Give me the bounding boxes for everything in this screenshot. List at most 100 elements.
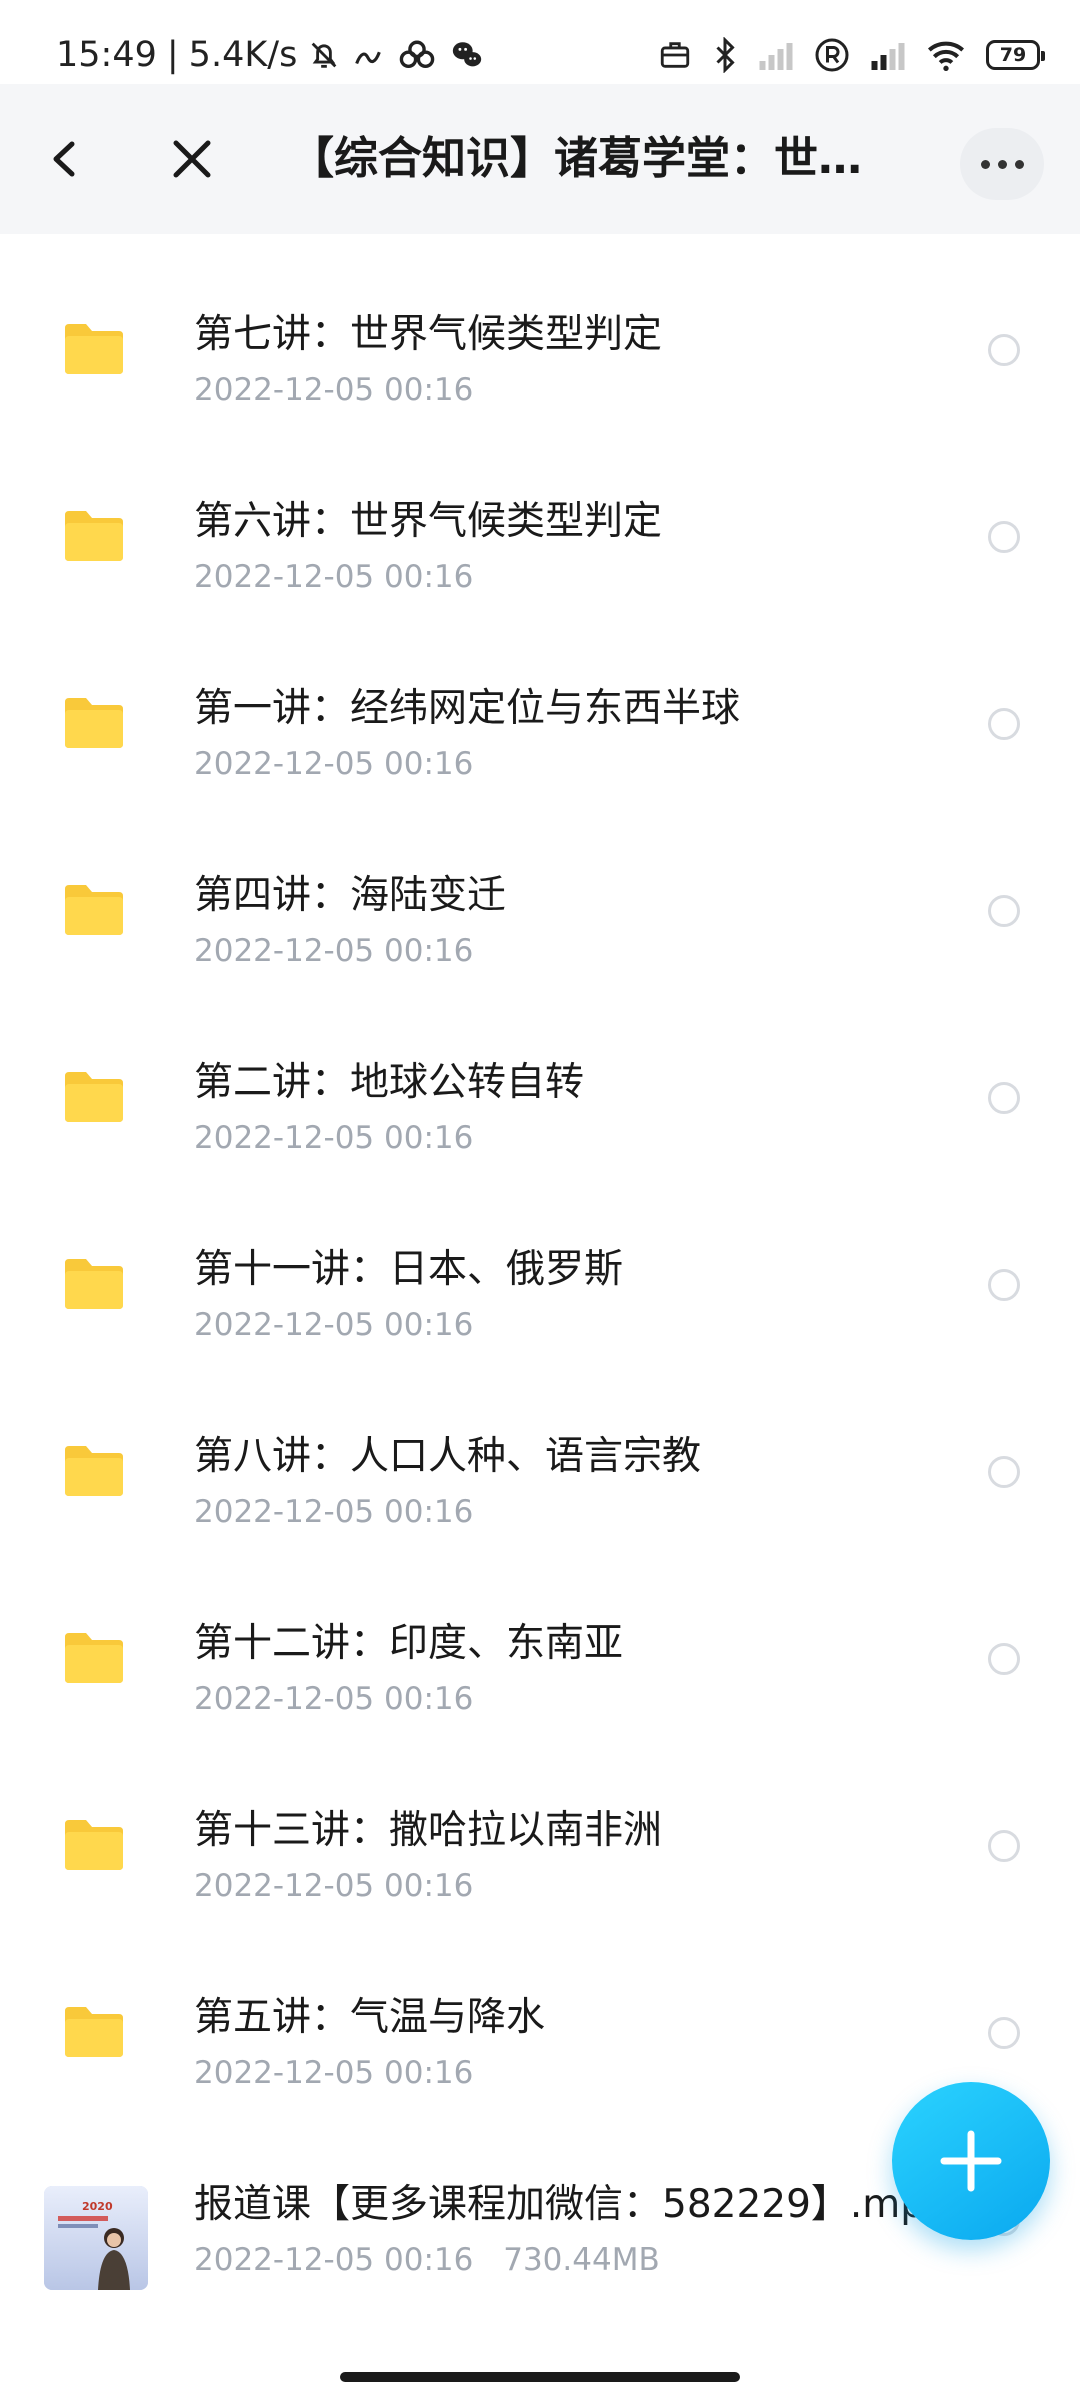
page-title: 【综合知识】诸葛学堂：世界...: [290, 133, 890, 184]
chevron-left-icon: [53, 141, 75, 177]
list-item[interactable]: 第七讲：世界气候类型判定 2022-12-05 00:16: [0, 236, 1080, 423]
file-time: 00:16: [384, 2242, 474, 2278]
file-name: 第七讲：世界气候类型判定: [194, 312, 663, 357]
file-meta: 2022-12-05 00:16 730.44MB: [194, 2238, 660, 2282]
folder-icon: [65, 511, 123, 561]
file-date: 2022-12-05: [194, 933, 375, 969]
more-dot: [997, 159, 1007, 169]
file-name: 第一讲：经纬网定位与东西半球: [194, 686, 741, 731]
folder-icon: [65, 885, 123, 935]
list-item[interactable]: 第六讲：世界气候类型判定 2022-12-05 00:16: [0, 423, 1080, 610]
select-radio[interactable]: [988, 1456, 1020, 1488]
list-item[interactable]: 第十二讲：印度、东南亚 2022-12-05 00:16: [0, 1545, 1080, 1732]
select-radio[interactable]: [988, 1082, 1020, 1114]
list-item[interactable]: 第二讲：地球公转自转 2022-12-05 00:16: [0, 984, 1080, 1171]
list-item[interactable]: 第十三讲：撒哈拉以南非洲 2022-12-05 00:16: [0, 1732, 1080, 1919]
bluetooth-icon: [716, 37, 735, 73]
file-meta: 2022-12-05 00:16: [194, 1677, 473, 1721]
select-radio[interactable]: [988, 1269, 1020, 1301]
file-date: 2022-12-05: [194, 372, 375, 408]
file-date: 2022-12-05: [194, 1868, 375, 1904]
select-radio[interactable]: [988, 1830, 1020, 1862]
file-time: 00:16: [384, 372, 474, 408]
thumb-year: 2020: [82, 2200, 113, 2213]
file-name: 第五讲：气温与降水: [194, 1995, 546, 2040]
file-meta: 2022-12-05 00:16: [194, 1303, 473, 1347]
bell-off-icon: [311, 42, 337, 68]
file-meta: 2022-12-05 00:16: [194, 1864, 473, 1908]
signal-icon: [871, 43, 905, 70]
folder-icon: [65, 1446, 123, 1496]
add-button[interactable]: [892, 2082, 1050, 2240]
file-time: 00:16: [384, 1120, 474, 1156]
select-radio[interactable]: [988, 521, 1020, 553]
list-item[interactable]: 第十一讲：日本、俄罗斯 2022-12-05 00:16: [0, 1171, 1080, 1358]
list-item[interactable]: 第八讲：人口人种、语言宗教 2022-12-05 00:16: [0, 1358, 1080, 1545]
file-time: 00:16: [384, 559, 474, 595]
back-button[interactable]: [38, 124, 94, 194]
file-name: 第十一讲：日本、俄罗斯: [194, 1247, 624, 1292]
file-date: 2022-12-05: [194, 1307, 375, 1343]
list-item[interactable]: 第四讲：海陆变迁 2022-12-05 00:16: [0, 797, 1080, 984]
file-time: 00:16: [384, 1868, 474, 1904]
plus-icon: [940, 2130, 1002, 2192]
wechat-icon: [453, 42, 482, 67]
file-date: 2022-12-05: [194, 2055, 375, 2091]
file-meta: 2022-12-05 00:16: [194, 929, 473, 973]
folder-icon: [65, 698, 123, 748]
gesture-icon: [355, 51, 382, 65]
status-right: 79: [658, 30, 1045, 80]
folder-icon: [65, 1259, 123, 1309]
file-time: 00:16: [384, 1494, 474, 1530]
file-size: 730.44MB: [503, 2242, 660, 2278]
file-time: 00:16: [384, 1681, 474, 1717]
registered-icon: [815, 38, 849, 72]
file-name: 第十三讲：撒哈拉以南非洲: [194, 1808, 663, 1853]
more-dot: [1014, 159, 1024, 169]
file-time: 00:16: [384, 1307, 474, 1343]
status-left: 15:49 | 5.4K/s: [56, 30, 485, 80]
file-meta: 2022-12-05 00:16: [194, 2051, 473, 2095]
file-name: 第八讲：人口人种、语言宗教: [194, 1434, 702, 1479]
file-date: 2022-12-05: [194, 1494, 375, 1530]
wifi-icon: [928, 41, 964, 71]
file-meta: 2022-12-05 00:16: [194, 555, 473, 599]
net-speed: 5.4K/s: [188, 35, 298, 75]
more-dot: [980, 159, 990, 169]
file-time: 00:16: [384, 933, 474, 969]
file-name: 第二讲：地球公转自转: [194, 1060, 585, 1105]
status-separator: |: [166, 35, 179, 75]
battery-icon: 79: [986, 40, 1045, 70]
file-date: 2022-12-05: [194, 746, 375, 782]
signal-icon: [759, 43, 793, 70]
file-list: 第七讲：世界气候类型判定 2022-12-05 00:16 第六讲：世界气候类型…: [0, 236, 1080, 2293]
file-time: 00:16: [384, 746, 474, 782]
select-radio[interactable]: [988, 1643, 1020, 1675]
select-radio[interactable]: [988, 334, 1020, 366]
file-date: 2022-12-05: [194, 2242, 375, 2278]
file-meta: 2022-12-05 00:16: [194, 742, 473, 786]
file-date: 2022-12-05: [194, 559, 375, 595]
select-radio[interactable]: [988, 2017, 1020, 2049]
folder-icon: [65, 1633, 123, 1683]
select-radio[interactable]: [988, 708, 1020, 740]
file-date: 2022-12-05: [194, 1120, 375, 1156]
file-meta: 2022-12-05 00:16: [194, 368, 473, 412]
status-bar: 15:49 | 5.4K/s 79: [0, 0, 1080, 84]
file-time: 00:16: [384, 2055, 474, 2091]
file-name: 第四讲：海陆变迁: [194, 873, 507, 918]
file-name: 报道课【更多课程加微信：582229】.mp4: [194, 2182, 950, 2227]
list-item[interactable]: 第五讲：气温与降水 2022-12-05 00:16: [0, 1919, 1080, 2106]
folder-icon: [65, 1072, 123, 1122]
screen: 15:49 | 5.4K/s 79 【综合知识】诸葛学堂：世界... 第七讲：世…: [0, 0, 1080, 2400]
status-time: 15:49: [56, 35, 157, 75]
file-date: 2022-12-05: [194, 1681, 375, 1717]
more-button[interactable]: [960, 128, 1044, 200]
close-button[interactable]: [160, 124, 224, 194]
select-radio[interactable]: [988, 895, 1020, 927]
battery-level: 79: [999, 44, 1027, 66]
video-thumbnail: 2020: [44, 2186, 148, 2290]
file-name: 第六讲：世界气候类型判定: [194, 499, 663, 544]
home-indicator[interactable]: [340, 2372, 740, 2382]
list-item[interactable]: 第一讲：经纬网定位与东西半球 2022-12-05 00:16: [0, 610, 1080, 797]
